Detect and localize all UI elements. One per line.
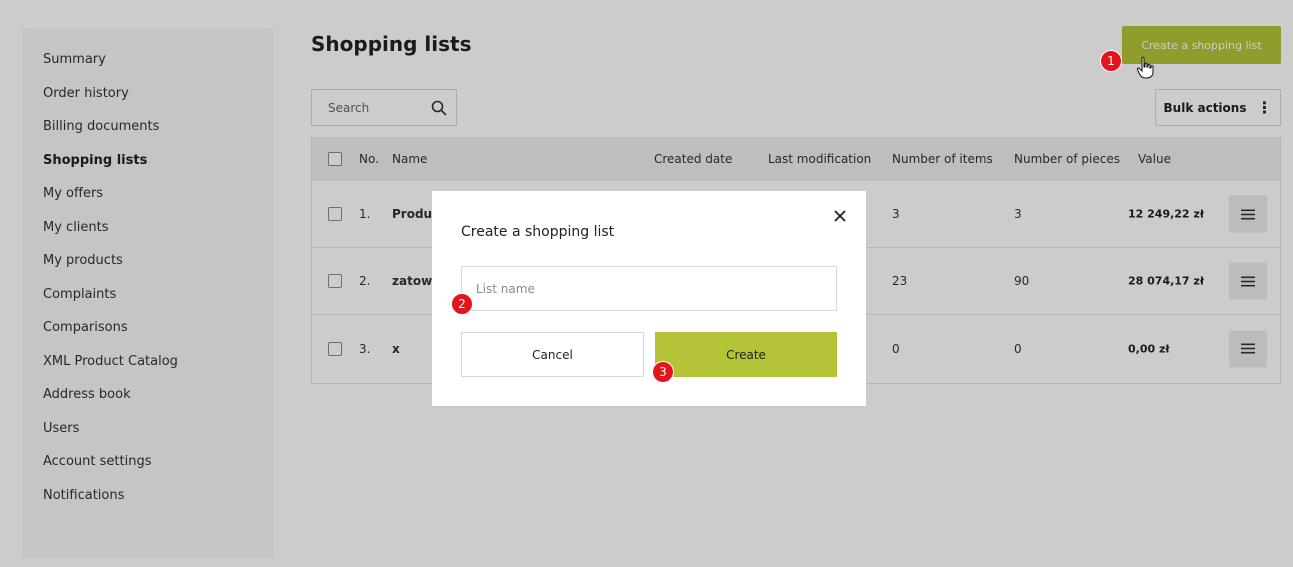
step-marker-2: 2 — [451, 293, 473, 315]
step-marker-3: 3 — [652, 361, 674, 383]
cancel-button[interactable]: Cancel — [461, 332, 644, 377]
create-list-modal: Create a shopping list Cancel Create — [432, 191, 866, 406]
close-icon[interactable] — [830, 206, 850, 226]
list-name-input[interactable] — [461, 266, 837, 311]
create-button[interactable]: Create — [655, 332, 837, 377]
modal-title: Create a shopping list — [461, 224, 615, 240]
step-marker-1: 1 — [1100, 50, 1122, 72]
hand-pointer-icon — [1136, 56, 1154, 79]
